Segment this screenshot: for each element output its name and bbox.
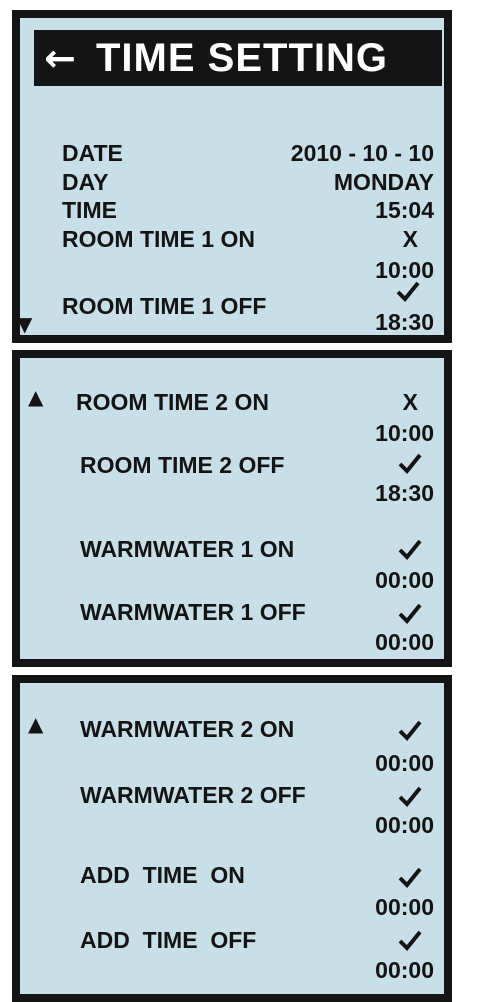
warmwater-1-on-label: WARMWATER 1 ON: [80, 536, 295, 562]
warmwater-2-off-time[interactable]: 00:00: [375, 811, 434, 839]
checkmark-icon[interactable]: [398, 602, 422, 624]
date-label: DATE: [62, 140, 123, 166]
add-time-off-time[interactable]: 00:00: [375, 956, 434, 984]
checkmark-icon[interactable]: [398, 452, 422, 474]
add-time-off-label: ADD TIME OFF: [80, 927, 257, 953]
room-time-2-on-state[interactable]: X: [403, 388, 418, 416]
checkmark-icon[interactable]: [398, 866, 422, 888]
room-time-2-off-time[interactable]: 18:30: [375, 479, 434, 507]
scroll-up-triangle-icon[interactable]: ▲: [28, 713, 43, 735]
checkmark-icon[interactable]: [398, 719, 422, 741]
room-time-1-on-label: ROOM TIME 1 ON: [62, 226, 255, 252]
room-time-2-off-label: ROOM TIME 2 OFF: [80, 452, 285, 478]
time-value[interactable]: 15:04: [375, 196, 434, 224]
page-title: TIME SETTING: [96, 36, 388, 80]
time-setting-screen-1: ← TIME SETTING DATE 2010 - 10 - 10 DAY M…: [12, 10, 452, 343]
date-value[interactable]: 2010 - 10 - 10: [291, 139, 434, 167]
checkmark-icon[interactable]: [398, 538, 422, 560]
room-time-2-on-time[interactable]: 10:00: [375, 419, 434, 447]
day-value[interactable]: MONDAY: [334, 168, 434, 196]
checkmark-icon[interactable]: [398, 785, 422, 807]
warmwater-1-off-label: WARMWATER 1 OFF: [80, 599, 306, 625]
warmwater-1-on-time[interactable]: 00:00: [375, 566, 434, 594]
scroll-up-triangle-icon[interactable]: ▲: [28, 386, 43, 408]
add-time-on-time[interactable]: 00:00: [375, 893, 434, 921]
time-setting-screen-2: ▲ ROOM TIME 2 ON X 10:00 ROOM TIME 2 OFF…: [12, 350, 452, 667]
scroll-down-triangle-icon[interactable]: ▼: [17, 313, 32, 335]
back-arrow-icon[interactable]: ←: [44, 32, 76, 84]
day-label: DAY: [62, 169, 109, 195]
room-time-1-off-time[interactable]: 18:30: [375, 308, 434, 336]
title-bar: ← TIME SETTING: [34, 30, 442, 86]
add-time-on-label: ADD TIME ON: [80, 862, 245, 888]
time-label: TIME: [62, 197, 117, 223]
checkmark-icon[interactable]: [398, 929, 422, 951]
time-setting-screen-3: ▲ WARMWATER 2 ON 00:00 WARMWATER 2 OFF 0…: [12, 675, 452, 1002]
room-time-1-on-state[interactable]: X: [403, 225, 418, 253]
warmwater-1-off-time[interactable]: 00:00: [375, 628, 434, 656]
checkmark-icon[interactable]: [396, 280, 420, 302]
room-time-2-on-label: ROOM TIME 2 ON: [76, 389, 269, 415]
warmwater-2-on-time[interactable]: 00:00: [375, 749, 434, 777]
warmwater-2-on-label: WARMWATER 2 ON: [80, 716, 295, 742]
room-time-1-off-label: ROOM TIME 1 OFF: [62, 293, 267, 319]
warmwater-2-off-label: WARMWATER 2 OFF: [80, 782, 306, 808]
